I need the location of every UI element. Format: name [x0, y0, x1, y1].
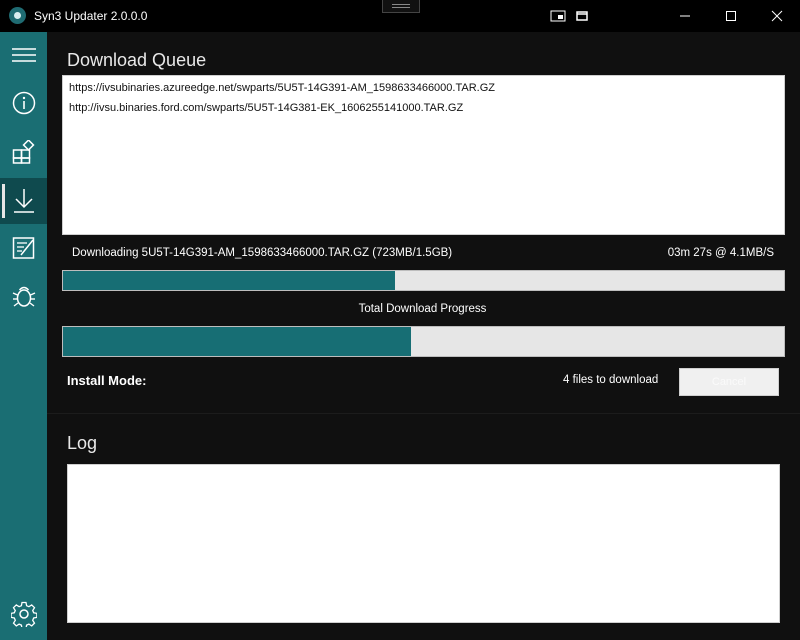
maximize-button[interactable] [708, 0, 754, 32]
file-progress-fill [63, 271, 395, 290]
file-progress-bar [62, 270, 785, 291]
total-progress-fill [63, 327, 412, 356]
sidebar-item-about[interactable] [0, 80, 47, 126]
maximize-icon [726, 11, 736, 21]
restore-icon [576, 11, 588, 21]
total-progress-bar [62, 326, 785, 357]
sidebar-item-downloads[interactable] [0, 178, 47, 224]
total-progress-label: Total Download Progress [358, 303, 487, 315]
title-bar: Syn3 Updater 2.0.0.0 [0, 0, 800, 32]
queue-item[interactable]: https://ivsubinaries.azureedge.net/swpar… [69, 82, 495, 94]
current-download-status: Downloading 5U5T-14G391-AM_1598633466000… [72, 247, 453, 259]
sidebar-item-logs[interactable] [0, 225, 47, 271]
log-title: Log [67, 433, 98, 453]
install-mode-label: Install Mode: [67, 373, 147, 388]
sidebar-item-crash[interactable] [0, 273, 47, 319]
eta-speed-label: 03m 27s @ 4.1MB/S [667, 247, 774, 259]
hamburger-menu-icon [11, 48, 36, 62]
log-textbox[interactable] [67, 464, 780, 623]
hamburger-menu-button[interactable] [0, 32, 47, 78]
apps-icon [12, 140, 35, 164]
cancel-button[interactable]: Cancel [679, 368, 779, 396]
sidebar-item-utility[interactable] [0, 129, 47, 175]
release-notes-icon [12, 237, 34, 259]
bug-icon [12, 286, 35, 307]
app-logo-icon [9, 7, 26, 24]
drag-handle-icon[interactable] [382, 0, 420, 13]
files-count-label: 4 files to download [563, 374, 659, 386]
minimize-button[interactable] [662, 0, 708, 32]
close-button[interactable] [754, 0, 800, 32]
queue-item[interactable]: http://ivsu.binaries.ford.com/swparts/5U… [69, 102, 463, 114]
main-content: Download Queue https://ivsubinaries.azur… [47, 32, 800, 640]
sidebar [0, 32, 47, 640]
download-icon [13, 189, 34, 213]
section-divider [47, 413, 800, 414]
window-title: Syn3 Updater 2.0.0.0 [34, 9, 148, 23]
download-queue-list[interactable]: https://ivsubinaries.azureedge.net/swpar… [62, 75, 785, 235]
info-icon [12, 91, 35, 115]
settings-gear-icon [10, 601, 37, 627]
restore-button[interactable] [559, 0, 605, 32]
download-queue-title: Download Queue [67, 50, 207, 70]
sidebar-item-settings[interactable] [0, 591, 47, 637]
minimize-icon [680, 15, 690, 17]
close-icon [771, 10, 783, 22]
